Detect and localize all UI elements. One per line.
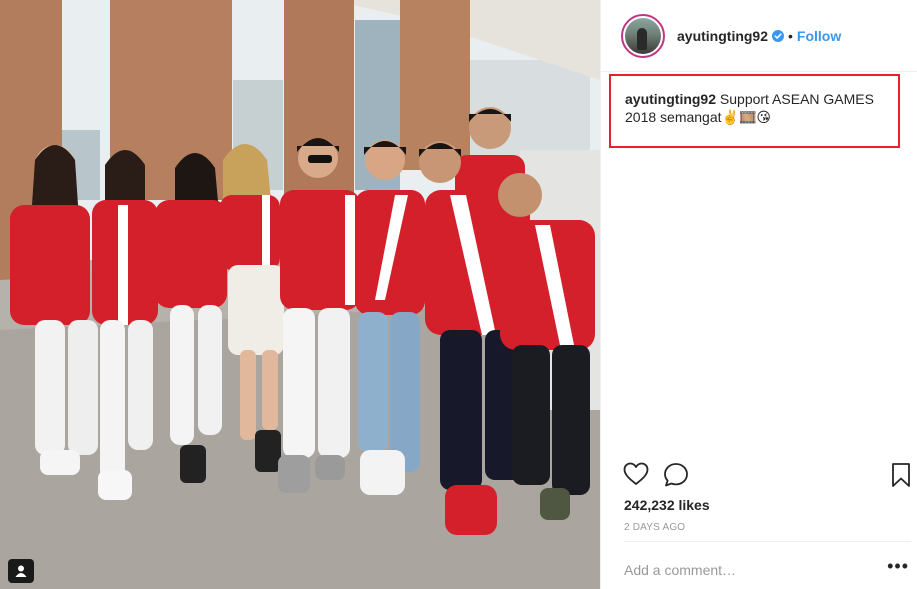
caption: ayutingting92 Support ASEAN GAMES 2018 s… — [625, 90, 886, 126]
avatar-image — [625, 17, 661, 54]
action-bar — [623, 462, 913, 488]
heart-icon[interactable] — [623, 462, 649, 491]
avatar[interactable] — [621, 13, 665, 58]
bookmark-icon[interactable] — [891, 462, 911, 493]
header-separator: • — [788, 27, 793, 44]
caption-highlight-box: ayutingting92 Support ASEAN GAMES 2018 s… — [609, 74, 900, 148]
post-timestamp[interactable]: 2 DAYS AGO — [624, 522, 685, 533]
verified-badge-icon — [772, 29, 785, 42]
follow-button[interactable]: Follow — [797, 28, 841, 44]
username-link[interactable]: ayutingting92 — [677, 28, 768, 44]
post-side-panel: ayutingting92 • Follow ayutingting92 Sup… — [600, 0, 917, 589]
comment-input[interactable]: Add a comment… — [624, 562, 736, 578]
comment-bar: Add a comment… ••• — [624, 541, 911, 589]
caption-username-link[interactable]: ayutingting92 — [625, 91, 716, 107]
instagram-post: ayutingting92 • Follow ayutingting92 Sup… — [0, 0, 917, 589]
comment-bubble-icon[interactable] — [663, 462, 689, 493]
likes-count[interactable]: 242,232 likes — [624, 497, 710, 513]
more-options-button[interactable]: ••• — [887, 556, 909, 577]
post-photo[interactable] — [0, 0, 600, 589]
post-header: ayutingting92 • Follow — [601, 0, 917, 72]
user-tag-icon — [15, 565, 27, 577]
user-tag-button[interactable] — [8, 559, 34, 583]
group-photo-illustration — [0, 0, 600, 589]
